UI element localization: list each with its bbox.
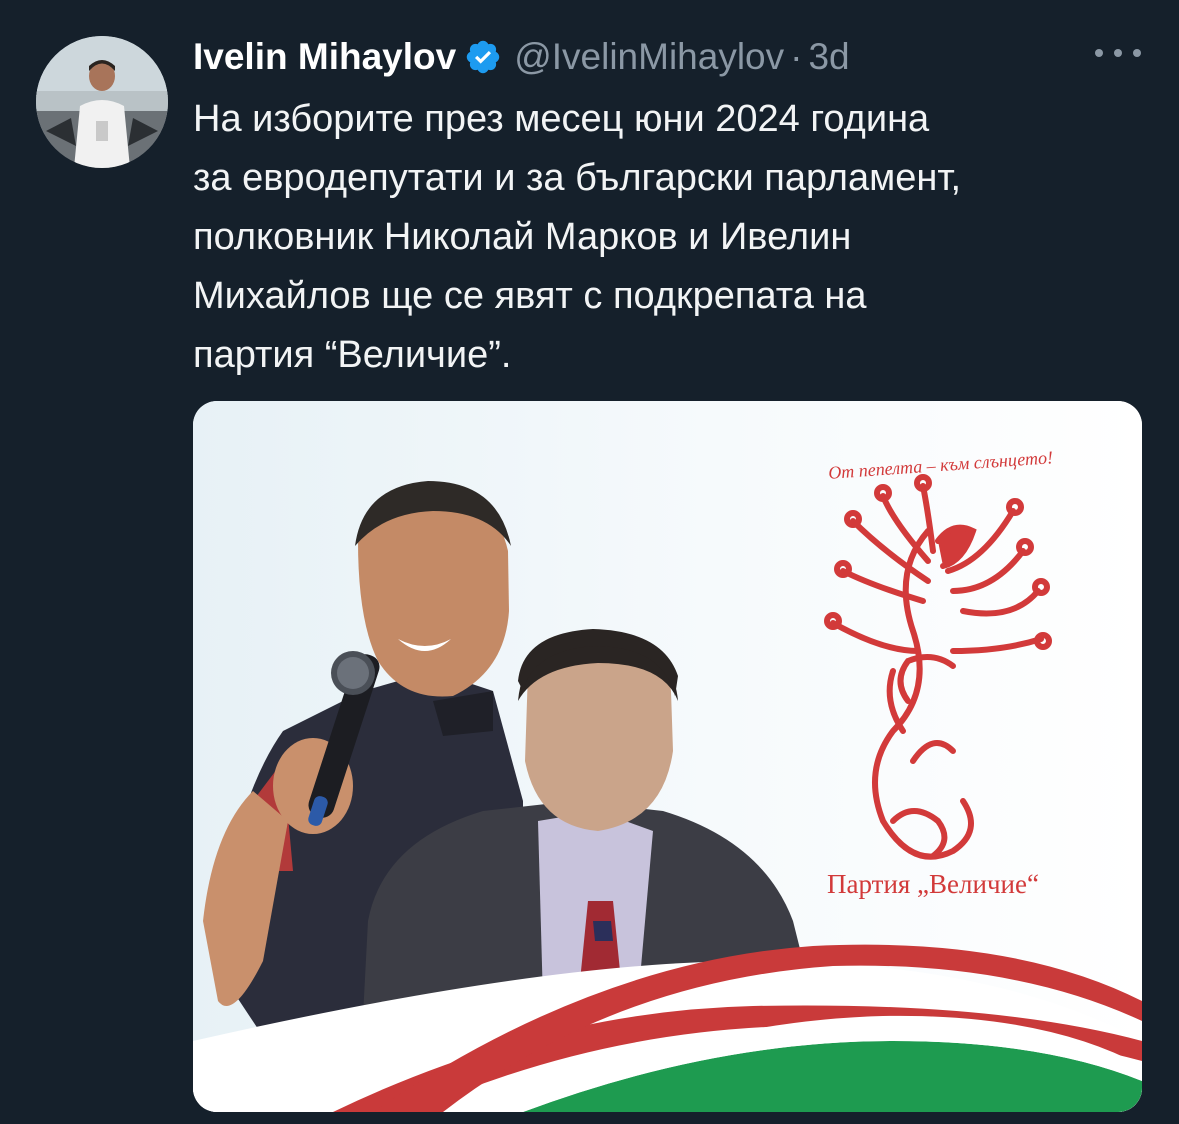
tweet-text-line: На изборите през месец юни 2024 година	[193, 98, 930, 140]
tweet-text: На изборите през месец юни 2024 година з…	[193, 90, 1143, 385]
more-options-icon[interactable]	[1095, 38, 1141, 68]
tweet[interactable]: Ivelin Mihaylov @IvelinMihaylov · 3d На …	[0, 0, 1179, 1124]
author-avatar[interactable]	[36, 36, 168, 168]
author-handle[interactable]: @IvelinMihaylov	[514, 36, 784, 78]
logo-party-name: Партия „Величие“	[827, 869, 1039, 899]
tweet-media-image[interactable]: От пепелта – към слънцето! Партия „Велич…	[193, 401, 1142, 1112]
tweet-timestamp[interactable]: 3d	[808, 36, 849, 78]
verified-badge-icon	[466, 40, 500, 74]
author-name[interactable]: Ivelin Mihaylov	[193, 36, 456, 78]
tweet-text-line: полковник Николай Марков и Ивелин	[193, 216, 852, 258]
tweet-header: Ivelin Mihaylov @IvelinMihaylov · 3d	[193, 36, 850, 78]
tweet-text-line: партия “Величие”.	[193, 334, 512, 376]
separator-dot: ·	[790, 36, 803, 77]
tweet-text-line: за евродепутати и за български парламент…	[193, 157, 962, 199]
tweet-text-line: Михайлов ще се явят с подкрепата на	[193, 275, 867, 317]
